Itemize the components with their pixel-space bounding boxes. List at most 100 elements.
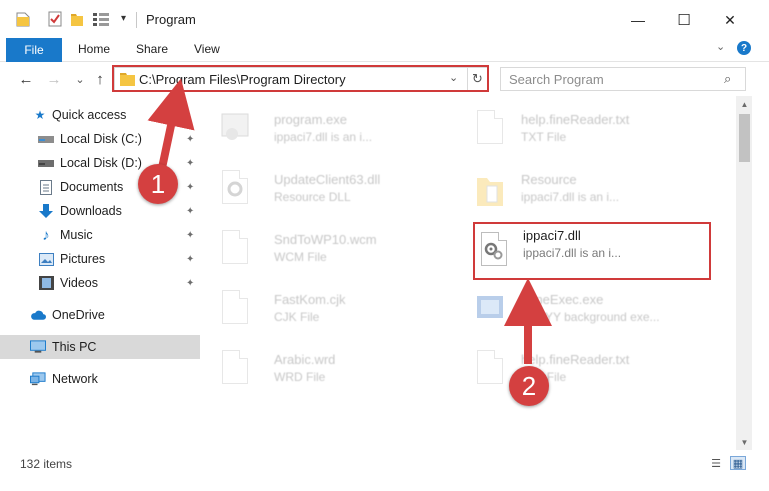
sidebar-item-local-disk-c[interactable]: Local Disk (C:) ✦ [0,127,200,151]
search-input[interactable]: Search Program [509,72,604,87]
exe-icon [218,108,252,150]
window-title: Program [146,12,196,27]
dll-file-icon [218,168,252,210]
file-item[interactable]: FastKom.cjk CJK File [206,282,446,338]
vertical-scrollbar[interactable]: ▲ ▼ [736,96,752,450]
tab-home[interactable]: Home [78,42,110,56]
pin-icon[interactable]: ✦ [186,278,194,289]
maximize-button[interactable]: ☐ [661,4,707,36]
sidebar-item-label: OneDrive [52,308,105,322]
music-icon: ♪ [42,226,50,244]
help-button[interactable]: ? [737,41,751,55]
file-name: SndToWP10.wcm [274,232,377,247]
video-icon [38,275,54,291]
sidebar-item-videos[interactable]: Videos ✦ [0,271,200,295]
file-item[interactable]: SndToWP10.wcm WCM File [206,222,446,278]
tiles-view-button[interactable]: ▦ [730,456,746,470]
sidebar-item-label: Local Disk (D:) [60,156,142,170]
navigation-pane: ★ Quick access Local Disk (C:) ✦ Local D… [0,96,200,450]
file-item[interactable]: help.fineReader.txt TXT File [461,102,701,158]
new-folder-icon[interactable] [70,11,84,30]
file-name: help.fineReader.txt [521,112,630,127]
sidebar-item-label: Network [52,372,98,386]
sidebar-item-label: Documents [60,180,124,194]
close-button[interactable]: ✕ [707,4,753,36]
drive-icon [38,155,54,171]
file-type: Resource DLL [274,190,351,204]
wcm-file-icon [218,228,252,270]
address-bar[interactable]: C:\Program Files\Program Directory ⌄ ↻ [114,67,488,91]
drive-icon [38,131,54,147]
file-type: WRD File [274,370,326,384]
search-box[interactable]: Search Program ⌕ [500,67,746,91]
sidebar-item-label: Music [60,228,93,242]
file-name: FastKom.cjk [274,292,346,307]
details-view-button[interactable]: ☰ [708,456,724,470]
address-dropdown-icon[interactable]: ⌄ [449,71,458,84]
file-name: program.exe [274,112,347,127]
sidebar-item-music[interactable]: ♪ Music ✦ [0,223,200,247]
file-type: ippaci7.dll is an i... [274,130,373,144]
up-button[interactable]: ↑ [90,69,110,89]
refresh-button[interactable]: ↻ [467,68,487,90]
cjk-file-icon [218,288,252,330]
sidebar-item-this-pc[interactable]: This PC [0,335,200,359]
recent-locations-button[interactable]: ⌄ [70,69,90,89]
file-name: AlineExec.exe [521,292,604,307]
forward-button[interactable]: → [44,69,64,89]
sidebar-item-pictures[interactable]: Pictures ✦ [0,247,200,271]
file-item[interactable]: Resource ippaci7.dll is an i... [461,162,701,218]
folder-icon[interactable] [16,11,30,30]
folder-icon [120,72,135,89]
file-name: ippaci7.dll [523,228,581,243]
sidebar-item-quick-access[interactable]: ★ Quick access [0,103,200,127]
computer-icon [30,339,46,355]
ribbon-expand-icon[interactable]: ⌄ [716,40,725,53]
file-name: Arabic.wrd [274,352,336,367]
file-item[interactable]: program.exe ippaci7.dll is an i... [206,102,446,158]
status-bar: 132 items ☰ ▦ [0,450,769,491]
scrollbar-thumb[interactable] [739,114,750,162]
search-icon[interactable]: ⌕ [724,71,731,87]
sidebar-item-label: Downloads [60,204,122,218]
tab-view[interactable]: View [194,42,220,56]
sidebar-item-label: Videos [60,276,98,290]
file-list: program.exe ippaci7.dll is an i... help.… [206,96,736,450]
sidebar-item-label: Quick access [52,108,127,122]
sidebar-item-network[interactable]: Network [0,367,200,391]
file-type: ippaci7.dll is an i... [521,190,620,204]
pin-icon[interactable]: ✦ [186,206,194,217]
file-type: WCM File [274,250,327,264]
view-options-icon[interactable] [92,11,110,30]
minimize-button[interactable]: — [615,4,661,36]
sidebar-item-downloads[interactable]: Downloads ✦ [0,199,200,223]
scroll-down-icon[interactable]: ▼ [739,436,750,448]
address-path[interactable]: C:\Program Files\Program Directory [139,72,346,87]
customize-toolbar-dropdown-icon[interactable]: ▾ [121,13,126,24]
pin-icon[interactable]: ✦ [186,254,194,265]
wrd-file-icon [218,348,252,390]
network-icon [30,371,46,387]
file-item-ippaci7-dll[interactable]: ippaci7.dll ippaci7.dll is an i... [461,222,701,278]
navigation-bar: ← → ⌄ ↑ C:\Program Files\Program Directo… [0,62,769,96]
tab-share[interactable]: Share [136,42,168,56]
back-button[interactable]: ← [16,69,36,89]
file-item[interactable]: AlineExec.exe ABBYY background exe... [461,282,701,338]
title-bar: ▾ Program — ☐ ✕ [0,0,769,38]
file-name: UpdateClient63.dll [274,172,381,187]
tab-file[interactable]: File [6,38,62,62]
file-item[interactable]: UpdateClient63.dll Resource DLL [206,162,446,218]
sidebar-item-onedrive[interactable]: OneDrive [0,303,200,327]
properties-icon[interactable] [48,11,62,30]
file-type: ABBYY background exe... [521,310,660,324]
star-icon: ★ [34,108,46,122]
sidebar-item-label: Pictures [60,252,106,266]
pin-icon[interactable]: ✦ [186,182,194,193]
txt-file-icon [473,348,507,390]
scroll-up-icon[interactable]: ▲ [739,98,750,110]
pin-icon[interactable]: ✦ [186,230,194,241]
pin-icon[interactable]: ✦ [186,134,194,145]
file-item[interactable]: help.fineReader.txt TXT File [461,342,701,398]
file-item[interactable]: Arabic.wrd WRD File [206,342,446,398]
pin-icon[interactable]: ✦ [186,158,194,169]
